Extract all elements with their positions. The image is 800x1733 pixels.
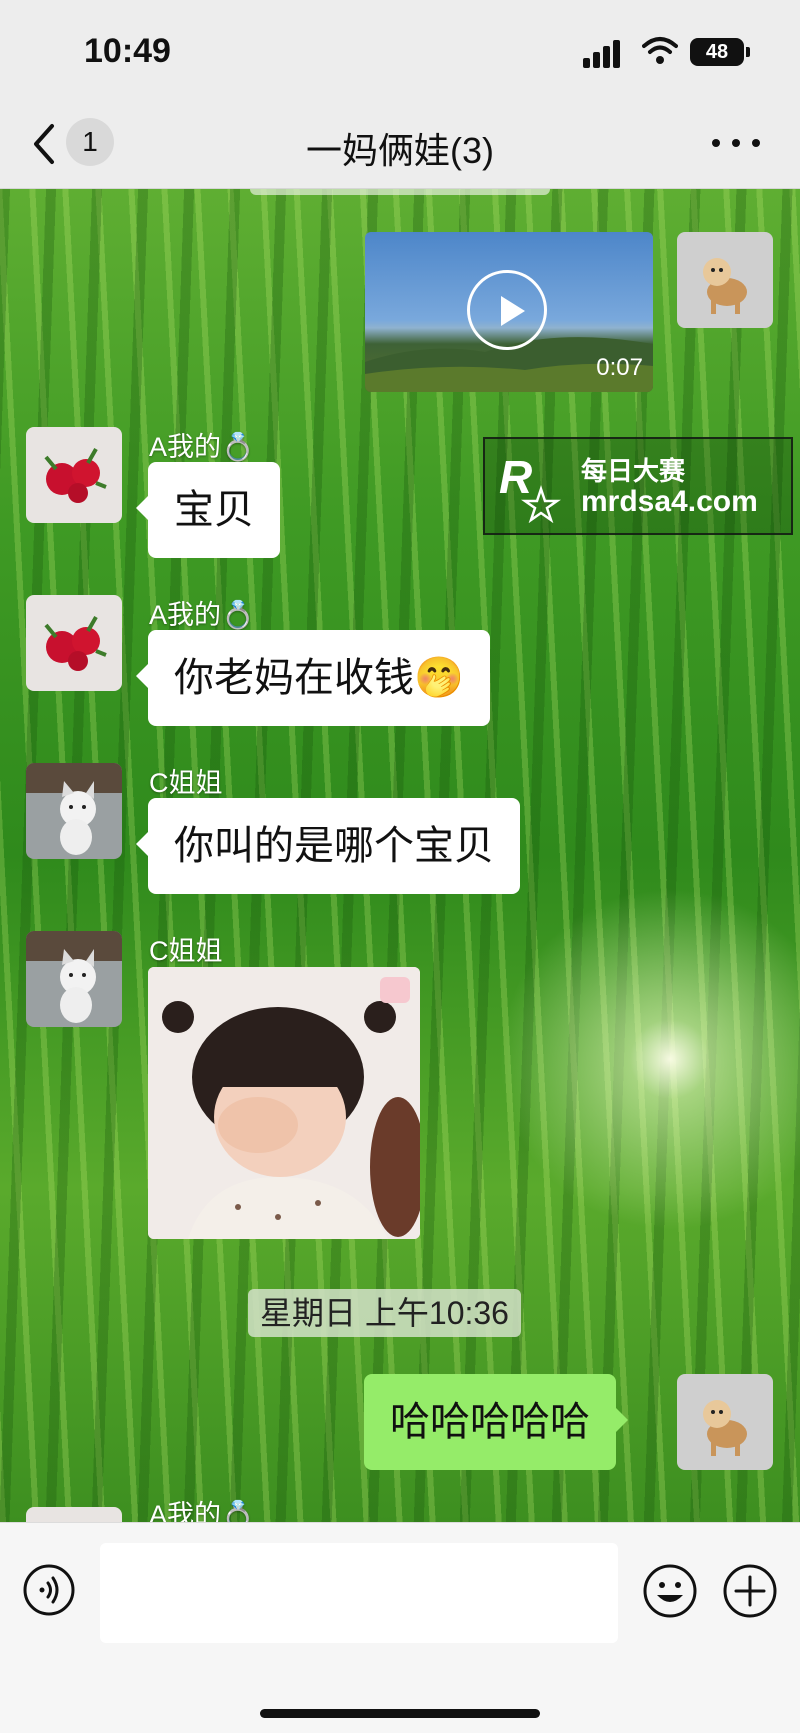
- battery-indicator: 48: [690, 38, 750, 66]
- status-bar: 10:49 48: [0, 0, 800, 100]
- scroll-edge: [250, 189, 550, 195]
- sender-name: A我的💍: [149, 432, 255, 462]
- sender-name: C姐姐: [149, 936, 223, 966]
- watermark-url: mrdsa4.com: [581, 485, 758, 518]
- svg-text:R: R: [499, 451, 532, 503]
- timestamp-divider: 星期日 上午10:36: [248, 1289, 521, 1337]
- my-message-bubble[interactable]: 哈哈哈哈哈: [364, 1374, 628, 1470]
- emoji-icon[interactable]: [642, 1563, 698, 1619]
- chat-header: 1 一妈俩娃(3): [0, 100, 800, 189]
- home-indicator: [260, 1709, 540, 1718]
- message-bubble[interactable]: 宝贝: [136, 462, 280, 558]
- wifi-icon: [642, 37, 678, 64]
- chat-input-bar: [0, 1522, 800, 1733]
- crying-child-sticker: [148, 967, 420, 1239]
- video-duration: 0:07: [596, 354, 643, 381]
- message-input[interactable]: [100, 1543, 618, 1643]
- star-logo-icon: R: [499, 451, 561, 523]
- avatar-c[interactable]: [26, 763, 122, 859]
- sender-name: C姐姐: [149, 768, 223, 798]
- rose-avatar-icon: [44, 616, 107, 671]
- watermark-title: 每日大赛: [581, 456, 686, 486]
- avatar-c[interactable]: [26, 931, 122, 1027]
- message-bubble[interactable]: 你老妈在收钱🤭: [136, 630, 490, 726]
- watermark: R 每日大赛 mrdsa4.com: [483, 437, 793, 535]
- dog-avatar-icon: [703, 258, 747, 314]
- image-message[interactable]: [148, 967, 420, 1239]
- status-time: 10:49: [84, 32, 171, 70]
- avatar-a[interactable]: [26, 427, 122, 523]
- voice-icon[interactable]: [22, 1563, 76, 1617]
- sender-name: A我的💍: [149, 1500, 255, 1522]
- more-icon[interactable]: [712, 136, 762, 150]
- cat-avatar-icon: [26, 763, 122, 855]
- avatar-me[interactable]: [677, 1374, 773, 1470]
- chat-message-list[interactable]: 0:07 A我的💍 宝贝 A我的💍 你老妈在收钱🤭 C姐姐 你叫的是哪个宝贝 C…: [0, 189, 800, 1522]
- plus-icon[interactable]: [722, 1563, 778, 1619]
- sender-name: A我的💍: [149, 600, 255, 630]
- avatar-me[interactable]: [677, 232, 773, 328]
- chat-title: 一妈俩娃(3): [306, 130, 494, 171]
- dog-avatar-icon: [703, 1400, 747, 1456]
- video-message[interactable]: 0:07: [365, 232, 653, 392]
- avatar-a[interactable]: [26, 595, 122, 691]
- message-bubble[interactable]: 你叫的是哪个宝贝: [136, 798, 520, 894]
- cat-avatar-icon: [26, 931, 122, 1023]
- rose-avatar-icon: [44, 448, 107, 503]
- avatar-a[interactable]: [26, 1507, 122, 1522]
- play-icon[interactable]: [467, 270, 547, 350]
- cellular-signal-icon: [583, 40, 627, 68]
